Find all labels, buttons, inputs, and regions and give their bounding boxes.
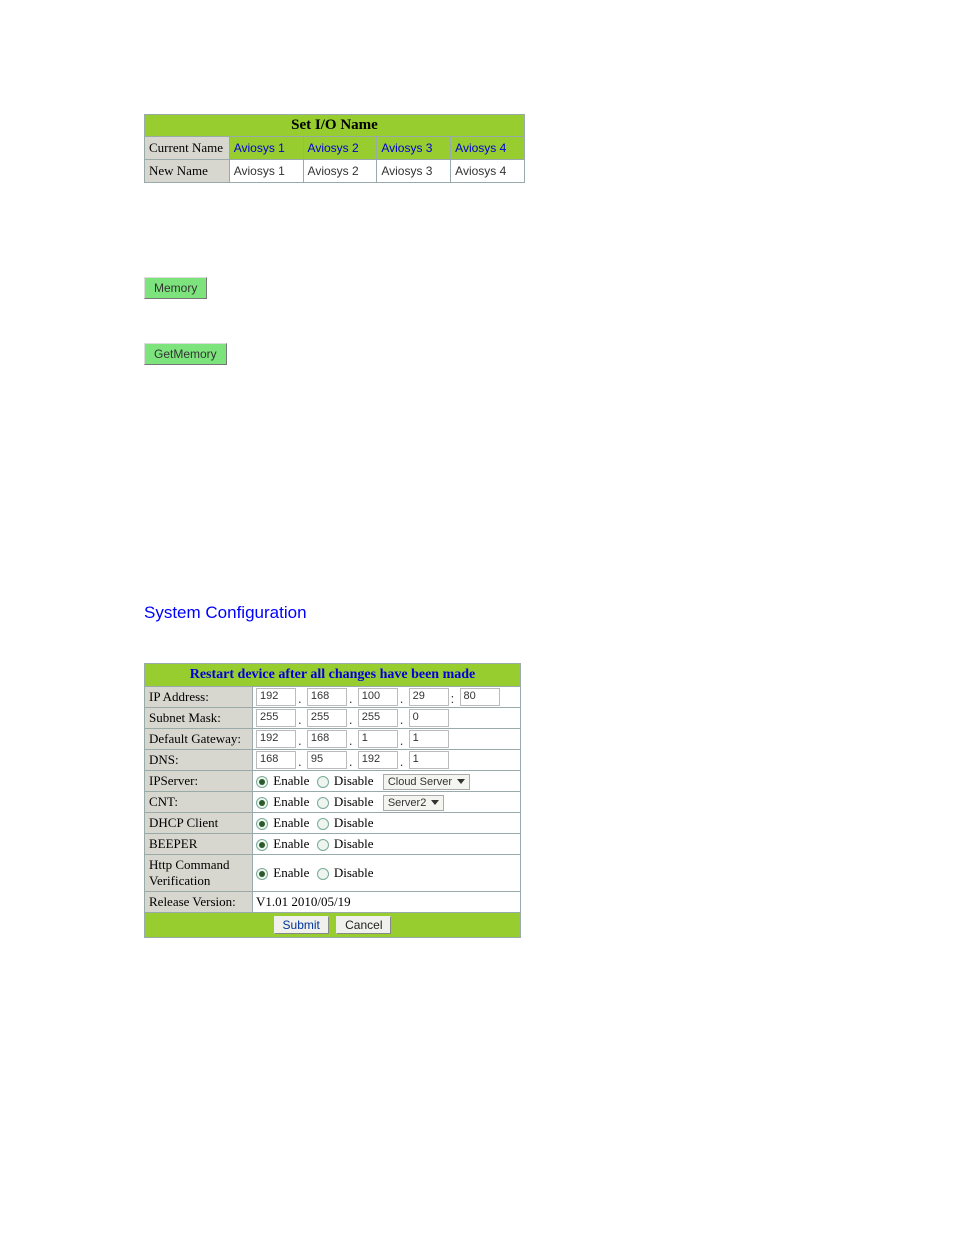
dns-octet-3[interactable]: 192	[358, 751, 398, 769]
httpcmd-enable-label: Enable	[273, 865, 309, 880]
httpcmd-row: Http Command Verification Enable Disable	[145, 855, 521, 892]
ip-octet-1[interactable]: 192	[256, 688, 296, 706]
dhcp-enable-radio[interactable]	[256, 818, 268, 830]
ip-octet-3[interactable]: 100	[358, 688, 398, 706]
cnt-dropdown[interactable]: Server2	[383, 795, 445, 811]
system-configuration-heading: System Configuration	[144, 603, 954, 623]
current-name-1: Aviosys 1	[229, 137, 303, 160]
new-name-label: New Name	[145, 160, 230, 183]
cnt-dropdown-value: Server2	[388, 797, 427, 809]
chevron-down-icon	[431, 800, 439, 805]
ip-address-label: IP Address:	[145, 687, 253, 708]
ip-address-row: IP Address: 192. 168. 100. 29: 80	[145, 687, 521, 708]
dns-label: DNS:	[145, 750, 253, 771]
beeper-row: BEEPER Enable Disable	[145, 834, 521, 855]
system-configuration-table: Restart device after all changes have be…	[144, 663, 521, 938]
ipserver-dropdown[interactable]: Cloud Server	[383, 774, 470, 790]
current-name-label: Current Name	[145, 137, 230, 160]
ipserver-disable-label: Disable	[334, 773, 374, 788]
release-label: Release Version:	[145, 892, 253, 913]
io-table-title: Set I/O Name	[145, 115, 525, 137]
new-name-1[interactable]: Aviosys 1	[229, 160, 303, 183]
current-name-4: Aviosys 4	[451, 137, 525, 160]
ip-port[interactable]: 80	[460, 688, 500, 706]
gw-octet-2[interactable]: 168	[307, 730, 347, 748]
ipserver-dropdown-value: Cloud Server	[388, 776, 452, 788]
gw-octet-4[interactable]: 1	[409, 730, 449, 748]
cnt-enable-radio[interactable]	[256, 797, 268, 809]
ipserver-disable-radio[interactable]	[317, 776, 329, 788]
form-footer: Submit Cancel	[145, 913, 521, 938]
cnt-enable-label: Enable	[273, 794, 309, 809]
cnt-disable-label: Disable	[334, 794, 374, 809]
submit-button[interactable]: Submit	[274, 916, 329, 934]
subnet-octet-1[interactable]: 255	[256, 709, 296, 727]
current-name-2: Aviosys 2	[303, 137, 377, 160]
chevron-down-icon	[457, 779, 465, 784]
subnet-octet-2[interactable]: 255	[307, 709, 347, 727]
dhcp-row: DHCP Client Enable Disable	[145, 813, 521, 834]
subnet-octet-3[interactable]: 255	[358, 709, 398, 727]
ipserver-enable-radio[interactable]	[256, 776, 268, 788]
current-name-row: Current Name Aviosys 1 Aviosys 2 Aviosys…	[145, 137, 525, 160]
dns-octet-2[interactable]: 95	[307, 751, 347, 769]
ip-octet-4[interactable]: 29	[409, 688, 449, 706]
dns-octet-4[interactable]: 1	[409, 751, 449, 769]
subnet-octet-4[interactable]: 0	[409, 709, 449, 727]
ip-octet-2[interactable]: 168	[307, 688, 347, 706]
cancel-button[interactable]: Cancel	[336, 916, 391, 934]
dns-row: DNS: 168. 95. 192. 1	[145, 750, 521, 771]
ipserver-row: IPServer: Enable Disable Cloud Server	[145, 771, 521, 792]
cnt-row: CNT: Enable Disable Server2	[145, 792, 521, 813]
dhcp-label: DHCP Client	[145, 813, 253, 834]
cnt-disable-radio[interactable]	[317, 797, 329, 809]
httpcmd-label: Http Command Verification	[145, 855, 253, 892]
httpcmd-disable-radio[interactable]	[317, 868, 329, 880]
subnet-row: Subnet Mask: 255. 255. 255. 0	[145, 708, 521, 729]
httpcmd-enable-radio[interactable]	[256, 868, 268, 880]
gateway-row: Default Gateway: 192. 168. 1. 1	[145, 729, 521, 750]
set-io-name-table: Set I/O Name Current Name Aviosys 1 Avio…	[144, 114, 525, 183]
dhcp-enable-label: Enable	[273, 815, 309, 830]
httpcmd-disable-label: Disable	[334, 865, 374, 880]
ipserver-enable-label: Enable	[273, 773, 309, 788]
gw-octet-1[interactable]: 192	[256, 730, 296, 748]
beeper-label: BEEPER	[145, 834, 253, 855]
new-name-4[interactable]: Aviosys 4	[451, 160, 525, 183]
new-name-3[interactable]: Aviosys 3	[377, 160, 451, 183]
restart-banner: Restart device after all changes have be…	[145, 664, 521, 687]
subnet-label: Subnet Mask:	[145, 708, 253, 729]
release-value: V1.01 2010/05/19	[253, 892, 521, 913]
beeper-enable-label: Enable	[273, 836, 309, 851]
gw-octet-3[interactable]: 1	[358, 730, 398, 748]
cnt-label: CNT:	[145, 792, 253, 813]
new-name-2[interactable]: Aviosys 2	[303, 160, 377, 183]
beeper-disable-label: Disable	[334, 836, 374, 851]
dns-octet-1[interactable]: 168	[256, 751, 296, 769]
ipserver-label: IPServer:	[145, 771, 253, 792]
beeper-enable-radio[interactable]	[256, 839, 268, 851]
beeper-disable-radio[interactable]	[317, 839, 329, 851]
dhcp-disable-radio[interactable]	[317, 818, 329, 830]
current-name-3: Aviosys 3	[377, 137, 451, 160]
release-row: Release Version: V1.01 2010/05/19	[145, 892, 521, 913]
get-memory-button[interactable]: GetMemory	[144, 343, 227, 365]
memory-button[interactable]: Memory	[144, 277, 207, 299]
dhcp-disable-label: Disable	[334, 815, 374, 830]
gateway-label: Default Gateway:	[145, 729, 253, 750]
new-name-row: New Name Aviosys 1 Aviosys 2 Aviosys 3 A…	[145, 160, 525, 183]
